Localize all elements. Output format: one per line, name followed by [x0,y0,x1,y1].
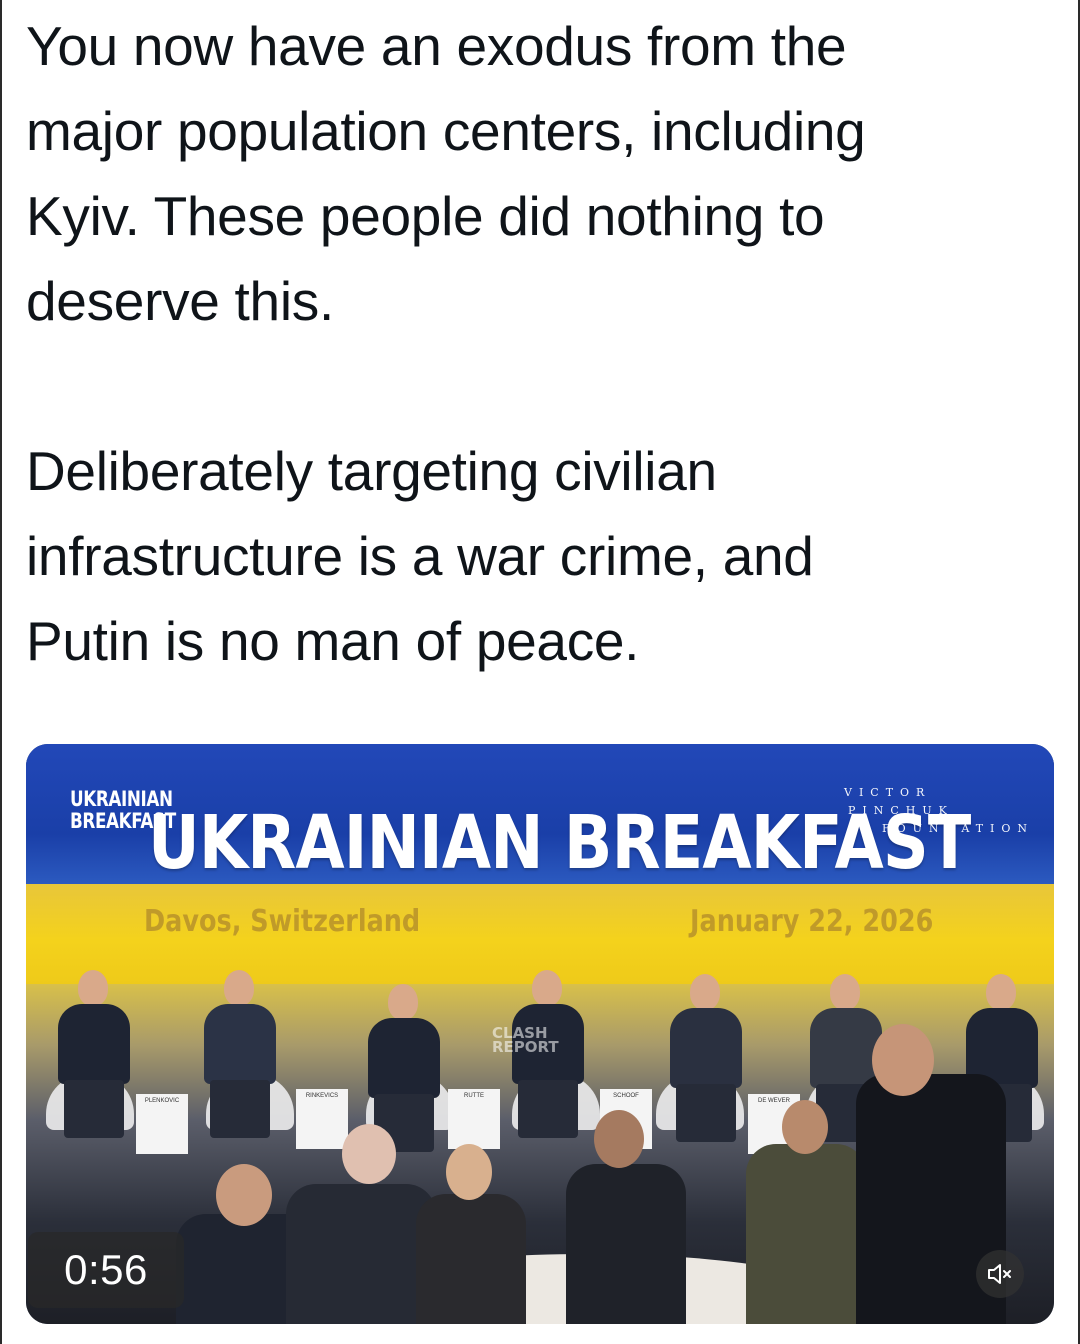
audience-member-head [872,1024,934,1096]
audience-member [416,1194,526,1324]
tweet-paragraph-2: Deliberately targeting civilian infrastr… [26,440,814,672]
audience-member [746,1144,866,1324]
foundation-line-2: PINCHUK [848,804,954,817]
speaker-muted-icon [988,1264,1011,1284]
banner-location: Davos, Switzerland [144,904,421,939]
name-card: PLENKOVIC [136,1094,188,1154]
audience-member [566,1164,686,1324]
mute-button[interactable] [976,1250,1024,1298]
foundation-logo: VICTOR PINCHUK FOUNDATION [844,784,1034,838]
name-card: RUTTE [448,1089,500,1149]
tweet-paragraph-1: You now have an exodus from the major po… [26,15,866,332]
watermark-line-2: REPORT [492,1038,559,1056]
audience-member-head [446,1144,492,1200]
watermark: CLASH REPORT [492,1026,559,1056]
foundation-line-3: FOUNDATION [882,822,1035,835]
panelist [200,970,280,1140]
audience-member-head [594,1110,644,1168]
audience-member-head [216,1164,272,1226]
video-timer: 0:56 [28,1232,184,1308]
banner-date: January 22, 2026 [690,904,934,939]
audience-member-head [342,1124,396,1184]
audience-member [286,1184,436,1324]
name-card: RINKEVICS [296,1089,348,1149]
tweet-text: You now have an exodus from the major po… [26,4,1046,684]
panelist [54,970,134,1140]
foundation-line-1: VICTOR [844,786,932,799]
audience-member-head [782,1100,828,1154]
panelist [666,974,746,1144]
